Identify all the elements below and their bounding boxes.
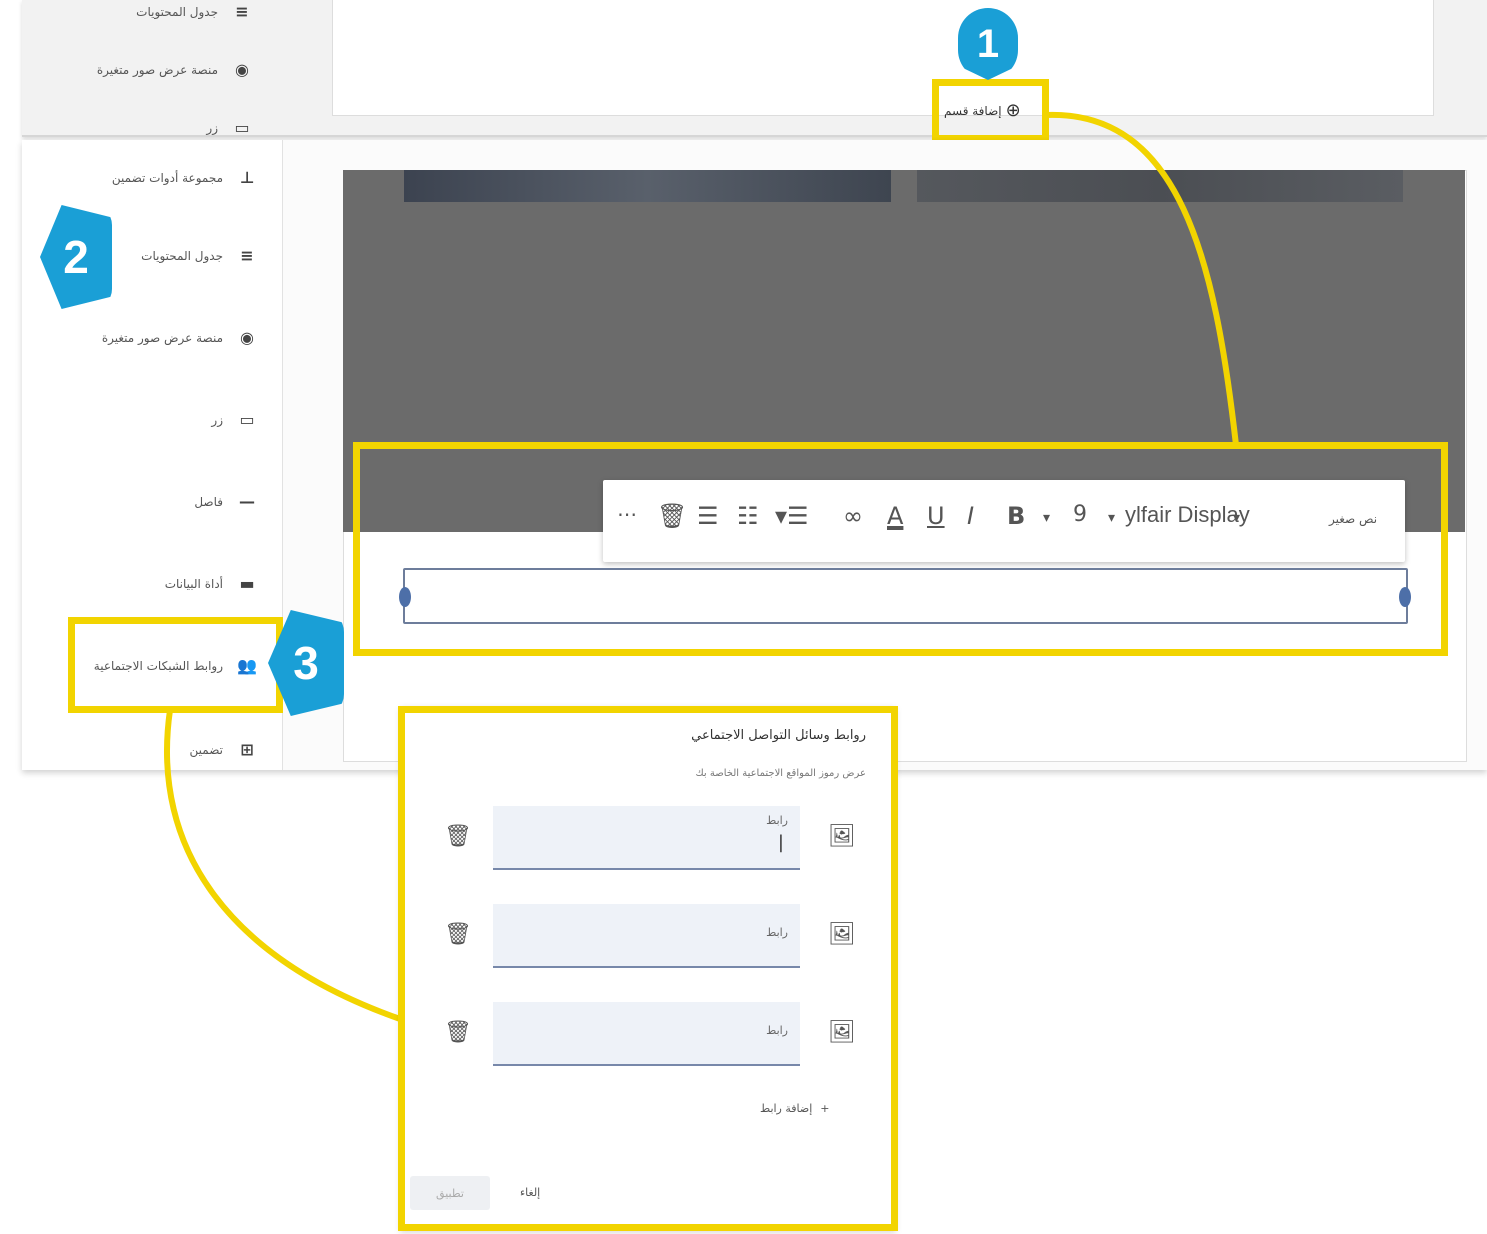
delete-icon[interactable]: 🗑	[444, 922, 472, 947]
dialog-title: روابط وسائل التواصل الاجتماعي	[691, 728, 866, 743]
image-icon[interactable]: 🖼	[828, 824, 856, 849]
add-link-label: إضافة رابط	[760, 1102, 813, 1115]
text-cursor: |	[777, 832, 784, 853]
delete-icon[interactable]: 🗑	[444, 824, 472, 849]
add-link-button[interactable]: + إضافة رابط	[760, 1102, 830, 1115]
link-field[interactable]: رابط	[493, 904, 800, 968]
apply-button[interactable]: تطبيق	[410, 1176, 490, 1210]
link-field[interactable]: رابط	[493, 1002, 800, 1066]
plus-icon: +	[820, 1102, 830, 1115]
cancel-button[interactable]: إلغاء	[520, 1186, 540, 1199]
delete-icon[interactable]: 🗑	[444, 1020, 472, 1045]
highlight-dialog	[398, 706, 898, 1231]
image-icon[interactable]: 🖼	[828, 1020, 856, 1045]
dialog-subtitle: عرض رموز المواقع الاجتماعية الخاصة بك	[695, 768, 866, 779]
link-field[interactable]: رابط |	[493, 806, 800, 870]
image-icon[interactable]: 🖼	[828, 922, 856, 947]
